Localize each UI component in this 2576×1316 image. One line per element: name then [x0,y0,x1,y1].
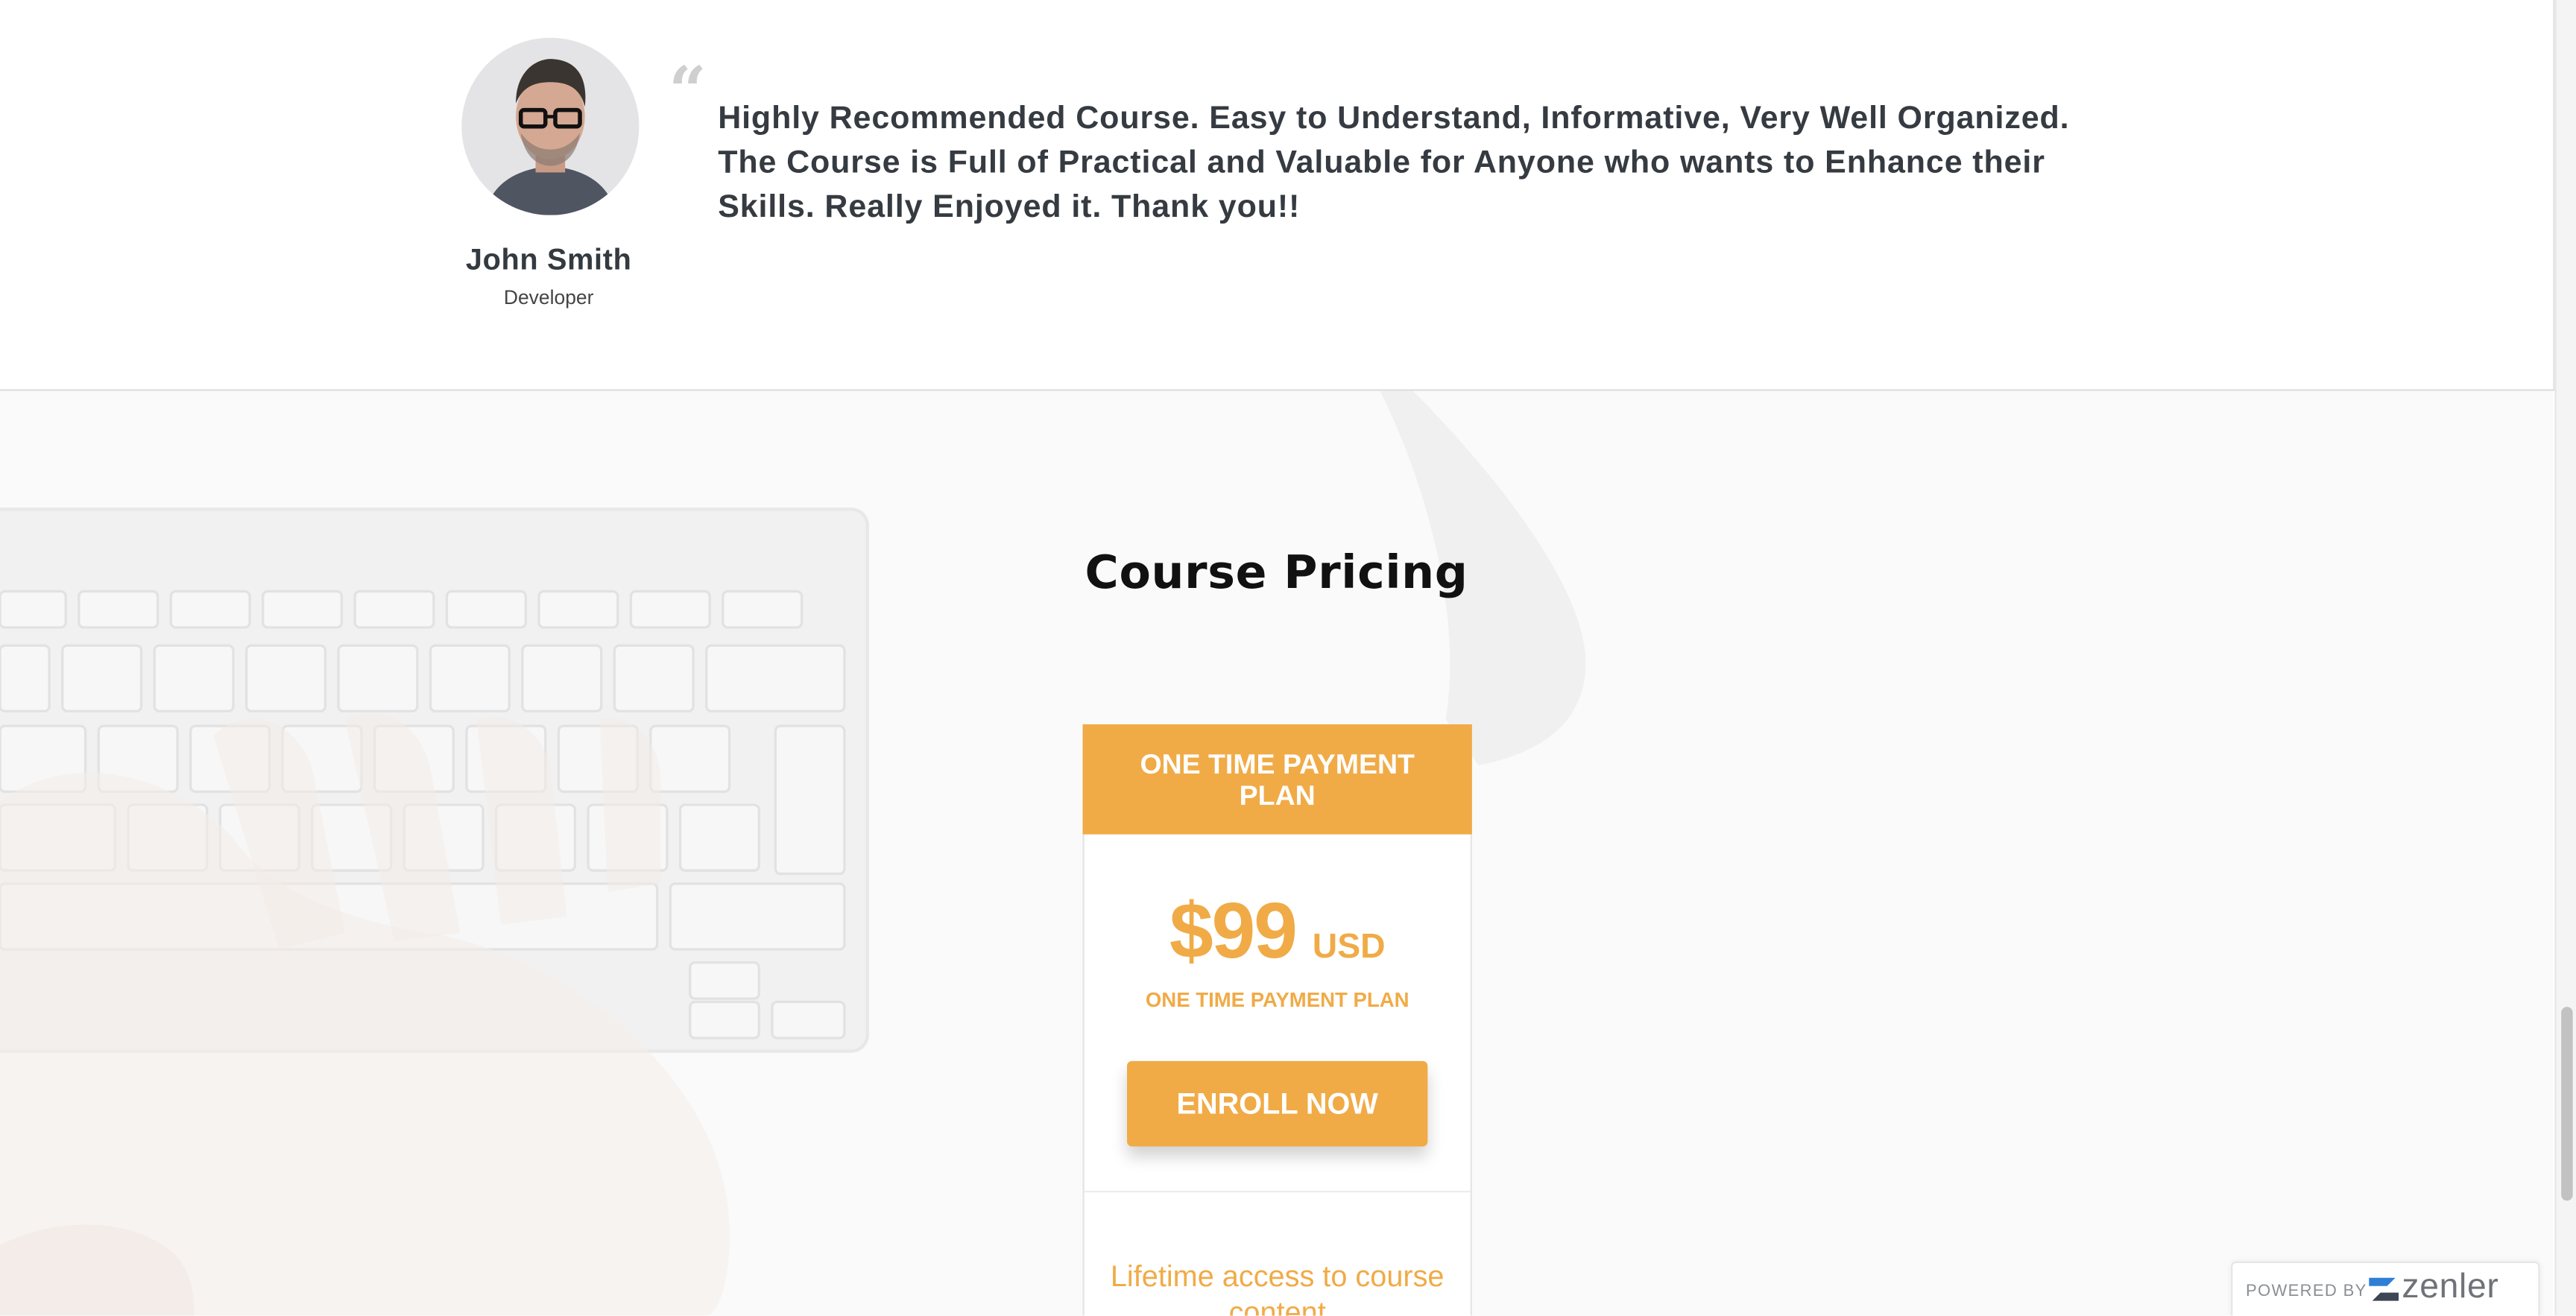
plan-header: ONE TIME PAYMENT PLAN [1082,724,1472,835]
powered-by-badge[interactable]: POWERED BY zenler [2231,1261,2540,1316]
avatar [461,37,640,215]
zenler-logo-icon [2369,1277,2399,1301]
testimonial-author-role: Developer [503,285,594,309]
pricing-section: Course Pricing ONE TIME PAYMENT PLAN $99… [0,390,2554,1316]
testimonial-quote: Highly Recommended Course. Easy to Under… [718,100,2070,225]
plan-feature: Lifetime access to course content [1110,1259,1445,1316]
page: John Smith Developer “ Highly Recommende… [0,0,2576,1316]
testimonial-author-name: John Smith [465,243,632,276]
enroll-now-button[interactable]: ENROLL NOW [1127,1060,1428,1147]
badge-brand: zenler [2402,1268,2499,1306]
plan-price: $99 USD [1085,887,1471,977]
avatar-image [461,37,640,215]
powered-by-label: POWERED BY [2246,1282,2367,1301]
scrollbar-thumb[interactable] [2561,1007,2573,1201]
pricing-card: ONE TIME PAYMENT PLAN $99 USD ONE TIME PA… [1082,724,1472,1316]
price-currency: USD [1312,928,1386,967]
pricing-title: Course Pricing [1085,545,1468,601]
page-scrollbar[interactable] [2554,0,2576,1316]
price-amount: $99 [1169,888,1298,976]
testimonial-section: John Smith Developer “ Highly Recommende… [0,0,2555,391]
card-divider [1084,1190,1471,1193]
quote-icon: “ [669,52,707,130]
plan-header-label: ONE TIME PAYMENT PLAN [1140,747,1415,811]
plan-subtitle: ONE TIME PAYMENT PLAN [1145,988,1409,1012]
